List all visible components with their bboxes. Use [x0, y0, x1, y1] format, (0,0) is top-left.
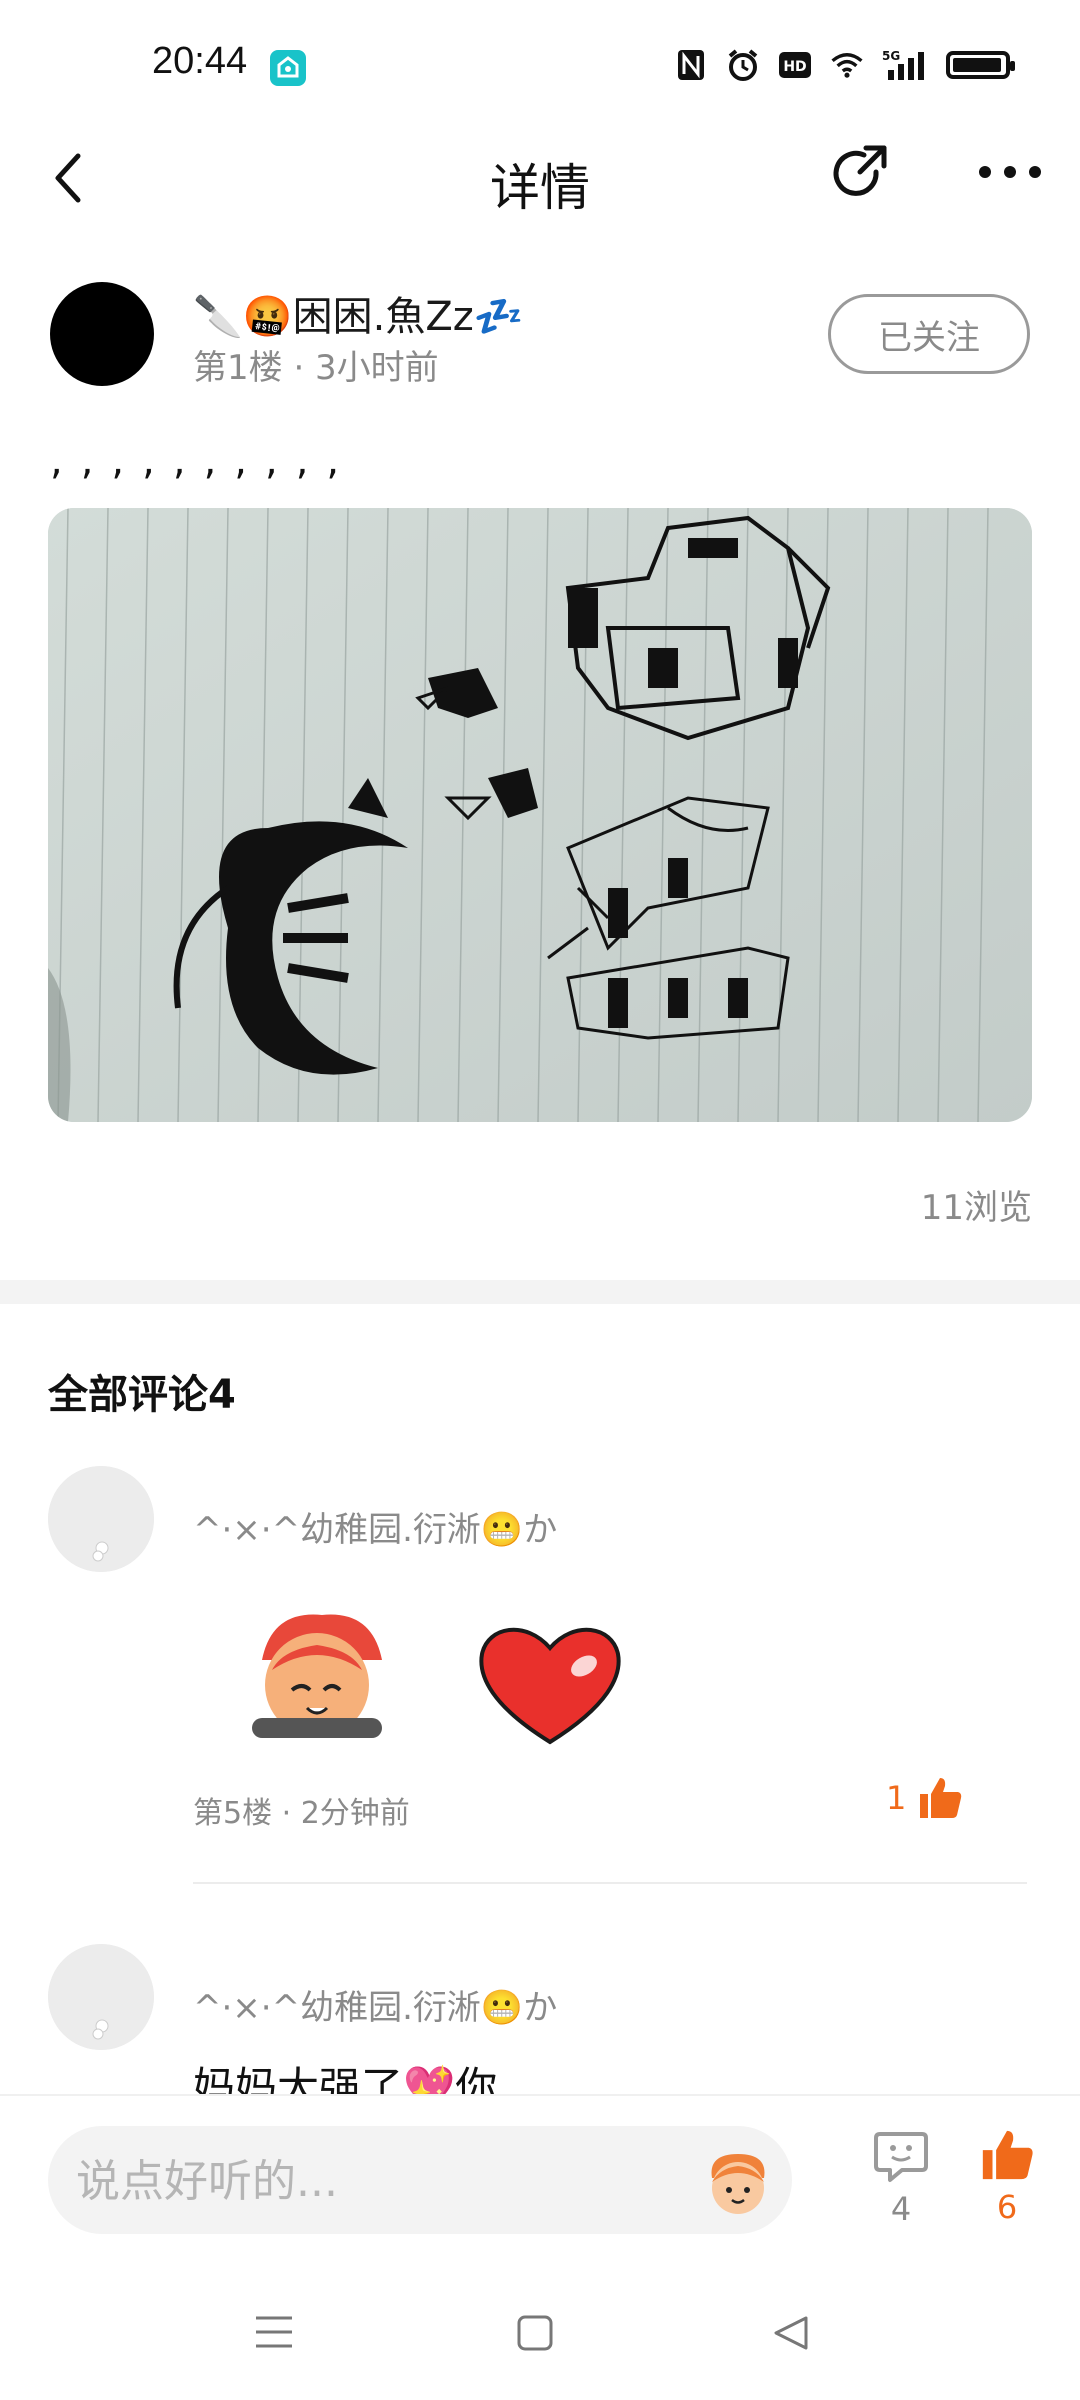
commenter-avatar[interactable]	[48, 1944, 154, 2050]
back-nav-button[interactable]	[772, 2314, 810, 2356]
app-notification-icon	[270, 50, 306, 86]
comment-divider	[193, 1882, 1027, 1884]
page-title: 详情	[490, 159, 590, 217]
comment-count-button[interactable]: 4	[866, 2128, 936, 2228]
home-nav-button[interactable]	[516, 2314, 554, 2356]
comments-header: 全部评论4	[48, 1372, 236, 1418]
comment-input-box[interactable]	[48, 2126, 792, 2236]
comment-icon	[874, 2132, 928, 2182]
author-avatar[interactable]	[50, 282, 154, 386]
home-square-icon	[517, 2315, 553, 2351]
comment-like-button[interactable]: 1	[886, 1774, 964, 1822]
menu-icon	[256, 2316, 292, 2348]
author-name[interactable]: 🔪🤬困困.魚Zz💤	[193, 284, 524, 342]
comment-meta: 第5楼 · 2分钟前	[193, 1796, 410, 1831]
like-count: 6	[996, 2188, 1018, 2226]
share-button[interactable]	[830, 142, 896, 208]
hd-icon: HD	[778, 48, 812, 82]
sticker-button[interactable]	[698, 2148, 778, 2218]
comment-count: 4	[890, 2190, 912, 2228]
more-icon	[979, 166, 1041, 178]
nfc-icon	[674, 48, 708, 82]
alarm-icon	[726, 48, 760, 82]
section-divider	[0, 1280, 1080, 1304]
sticker-icon	[711, 2154, 765, 2214]
commenter-avatar[interactable]	[48, 1466, 154, 1572]
back-triangle-icon	[774, 2316, 808, 2350]
system-nav-bar	[0, 2264, 1080, 2400]
status-icons: HD 5G	[674, 48, 1015, 82]
heart-sticker	[472, 1616, 628, 1752]
cellular-signal-icon: 5G	[882, 48, 928, 82]
commenter-name[interactable]: ^·×·^幼稚园.衍淅😬か	[193, 1502, 557, 1551]
thumbs-up-icon	[920, 1778, 962, 1818]
network-type-label: 5G	[882, 49, 900, 63]
follow-button[interactable]: 已关注	[828, 294, 1030, 374]
view-count: 11浏览	[920, 1188, 1032, 1228]
wifi-icon	[830, 48, 864, 82]
commenter-name[interactable]: ^·×·^幼稚园.衍淅😬か	[193, 1980, 557, 2029]
post-meta: 第1楼 · 3小时前	[193, 348, 439, 388]
share-icon	[833, 145, 887, 196]
more-options-button[interactable]	[975, 160, 1045, 184]
battery-icon	[946, 51, 1015, 79]
menu-nav-button[interactable]	[254, 2314, 294, 2354]
sticker-image	[232, 1600, 402, 1750]
thumbs-up-icon	[982, 2130, 1033, 2180]
like-button[interactable]: 6	[972, 2126, 1042, 2226]
svg-text:HD: HD	[783, 59, 806, 75]
comment-like-count: 1	[886, 1779, 907, 1817]
post-text: ,,,,,,,,,,	[50, 438, 358, 484]
comment-input[interactable]	[74, 2126, 638, 2236]
status-time: 20:44	[152, 40, 248, 82]
post-image[interactable]	[48, 508, 1032, 1122]
